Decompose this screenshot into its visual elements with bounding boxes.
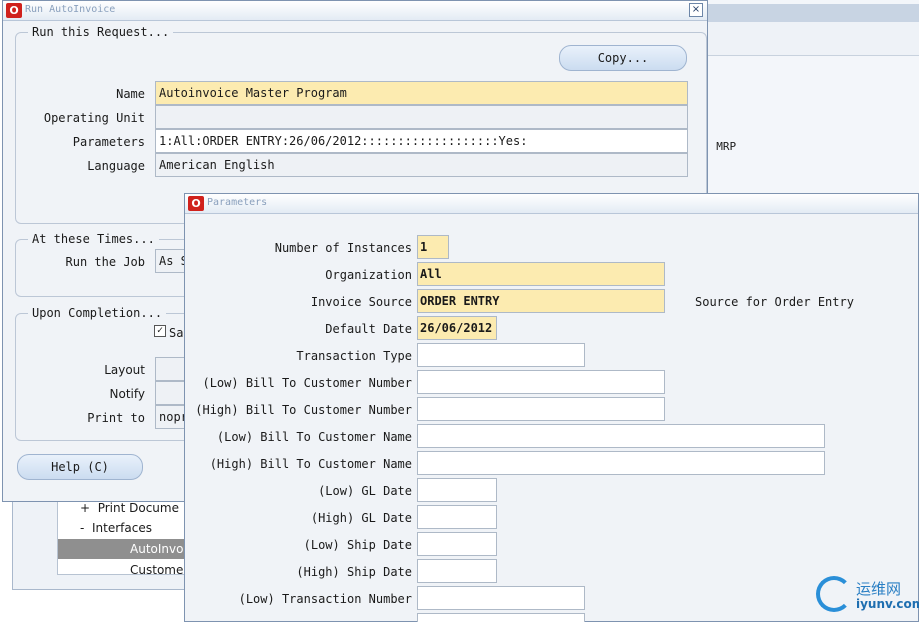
watermark-logo: 运维网 iyunv.com xyxy=(814,574,919,618)
notify-label: Notify xyxy=(109,387,145,401)
watermark-ring-icon xyxy=(816,576,852,612)
language-field[interactable]: American English xyxy=(155,153,688,177)
parameters-field[interactable]: 1:All:ORDER ENTRY:26/06/2012::::::::::::… xyxy=(155,129,688,153)
operating-unit-field[interactable] xyxy=(155,105,688,129)
oracle-logo-icon: O xyxy=(188,196,204,211)
param-label-low-ship-date: (Low) Ship Date xyxy=(303,538,412,552)
close-icon[interactable]: × xyxy=(689,3,703,17)
navigator-tree[interactable]: + Print Docume - Interfaces AutoInvo Cus… xyxy=(57,493,198,577)
param-label-organization: Organization xyxy=(325,268,412,282)
background-window-titlebar xyxy=(701,4,919,22)
watermark-en-text: iyunv.com xyxy=(856,597,919,611)
param-label-low-gl-date: (Low) GL Date xyxy=(318,484,412,498)
parameters-window: O Parameters Number of Instances 1 Organ… xyxy=(184,193,919,622)
operating-unit-label: Operating Unit xyxy=(43,111,145,125)
high-gl-date-field[interactable] xyxy=(417,505,497,529)
nav-item-customer[interactable]: Customer xyxy=(58,560,198,580)
nav-item-interfaces[interactable]: - Interfaces xyxy=(58,518,198,538)
times-group-label: At these Times... xyxy=(28,232,159,246)
copy-button[interactable]: Copy... xyxy=(559,45,687,71)
invoice-source-description: Source for Order Entry xyxy=(695,295,854,309)
expand-icon[interactable]: + xyxy=(80,501,90,515)
watermark-cn-text: 运维网 xyxy=(856,580,902,598)
param-label-high-gl-date: (High) GL Date xyxy=(310,511,412,525)
parameters-label: Parameters xyxy=(72,135,145,149)
low-customer-name-field[interactable] xyxy=(417,424,825,448)
completion-group-label: Upon Completion... xyxy=(28,306,167,320)
nav-item-label: Interfaces xyxy=(91,521,152,535)
save-checkbox[interactable]: ✓ xyxy=(154,325,166,337)
param-label-high-ship-date: (High) Ship Date xyxy=(296,565,412,579)
oracle-logo-icon: O xyxy=(6,3,22,18)
print-to-label: Print to xyxy=(87,411,145,425)
param-label-instances: Number of Instances xyxy=(274,241,412,255)
language-label: Language xyxy=(87,159,145,173)
low-customer-number-field[interactable] xyxy=(417,370,665,394)
organization-field[interactable]: All xyxy=(417,262,665,286)
request-group-label: Run this Request... xyxy=(28,25,174,39)
help-button[interactable]: Help (C) xyxy=(17,454,143,480)
run-window-titlebar[interactable]: O Run AutoInvoice × xyxy=(3,1,707,21)
param-label-high-customer-name: (High) Bill To Customer Name xyxy=(209,457,412,471)
high-ship-date-field[interactable] xyxy=(417,559,497,583)
high-customer-name-field[interactable] xyxy=(417,451,825,475)
background-window: - MRP xyxy=(700,0,919,200)
nav-item-label: Customer xyxy=(130,563,189,577)
param-label-transaction-type: Transaction Type xyxy=(296,349,412,363)
param-label-high-customer-number: (High) Bill To Customer Number xyxy=(195,403,412,417)
param-label-default-date: Default Date xyxy=(325,322,412,336)
high-customer-number-field[interactable] xyxy=(417,397,665,421)
layout-label: Layout xyxy=(104,363,145,377)
name-label: Name xyxy=(116,87,145,101)
low-transaction-number-field[interactable] xyxy=(417,586,585,610)
invoice-source-field[interactable]: ORDER ENTRY xyxy=(417,289,665,313)
param-label-invoice-source: Invoice Source xyxy=(310,295,412,309)
low-ship-date-field[interactable] xyxy=(417,532,497,556)
background-window-toolbar xyxy=(701,22,919,56)
default-date-field[interactable]: 26/06/2012 xyxy=(417,316,497,340)
save-checkbox-label: Sa xyxy=(169,326,184,340)
low-gl-date-field[interactable] xyxy=(417,478,497,502)
param-label-low-customer-name: (Low) Bill To Customer Name xyxy=(216,430,412,444)
nav-item-label: AutoInvo xyxy=(130,542,184,556)
nav-item-autoinvoice[interactable]: AutoInvo xyxy=(58,539,198,559)
param-label-low-customer-number: (Low) Bill To Customer Number xyxy=(202,376,412,390)
instances-field[interactable]: 1 xyxy=(417,235,449,259)
param-label-low-transaction-number: (Low) Transaction Number xyxy=(238,592,412,606)
run-window-title: Run AutoInvoice xyxy=(25,4,116,15)
collapse-icon[interactable]: - xyxy=(80,521,84,535)
name-field[interactable]: Autoinvoice Master Program xyxy=(155,81,688,105)
parameters-window-title: Parameters xyxy=(207,197,268,208)
run-job-label: Run the Job xyxy=(65,255,145,269)
nav-item-label: Print Docume xyxy=(97,501,179,515)
next-parameter-field[interactable] xyxy=(417,613,585,622)
transaction-type-field[interactable] xyxy=(417,343,585,367)
parameters-window-titlebar[interactable]: O Parameters xyxy=(185,194,918,214)
